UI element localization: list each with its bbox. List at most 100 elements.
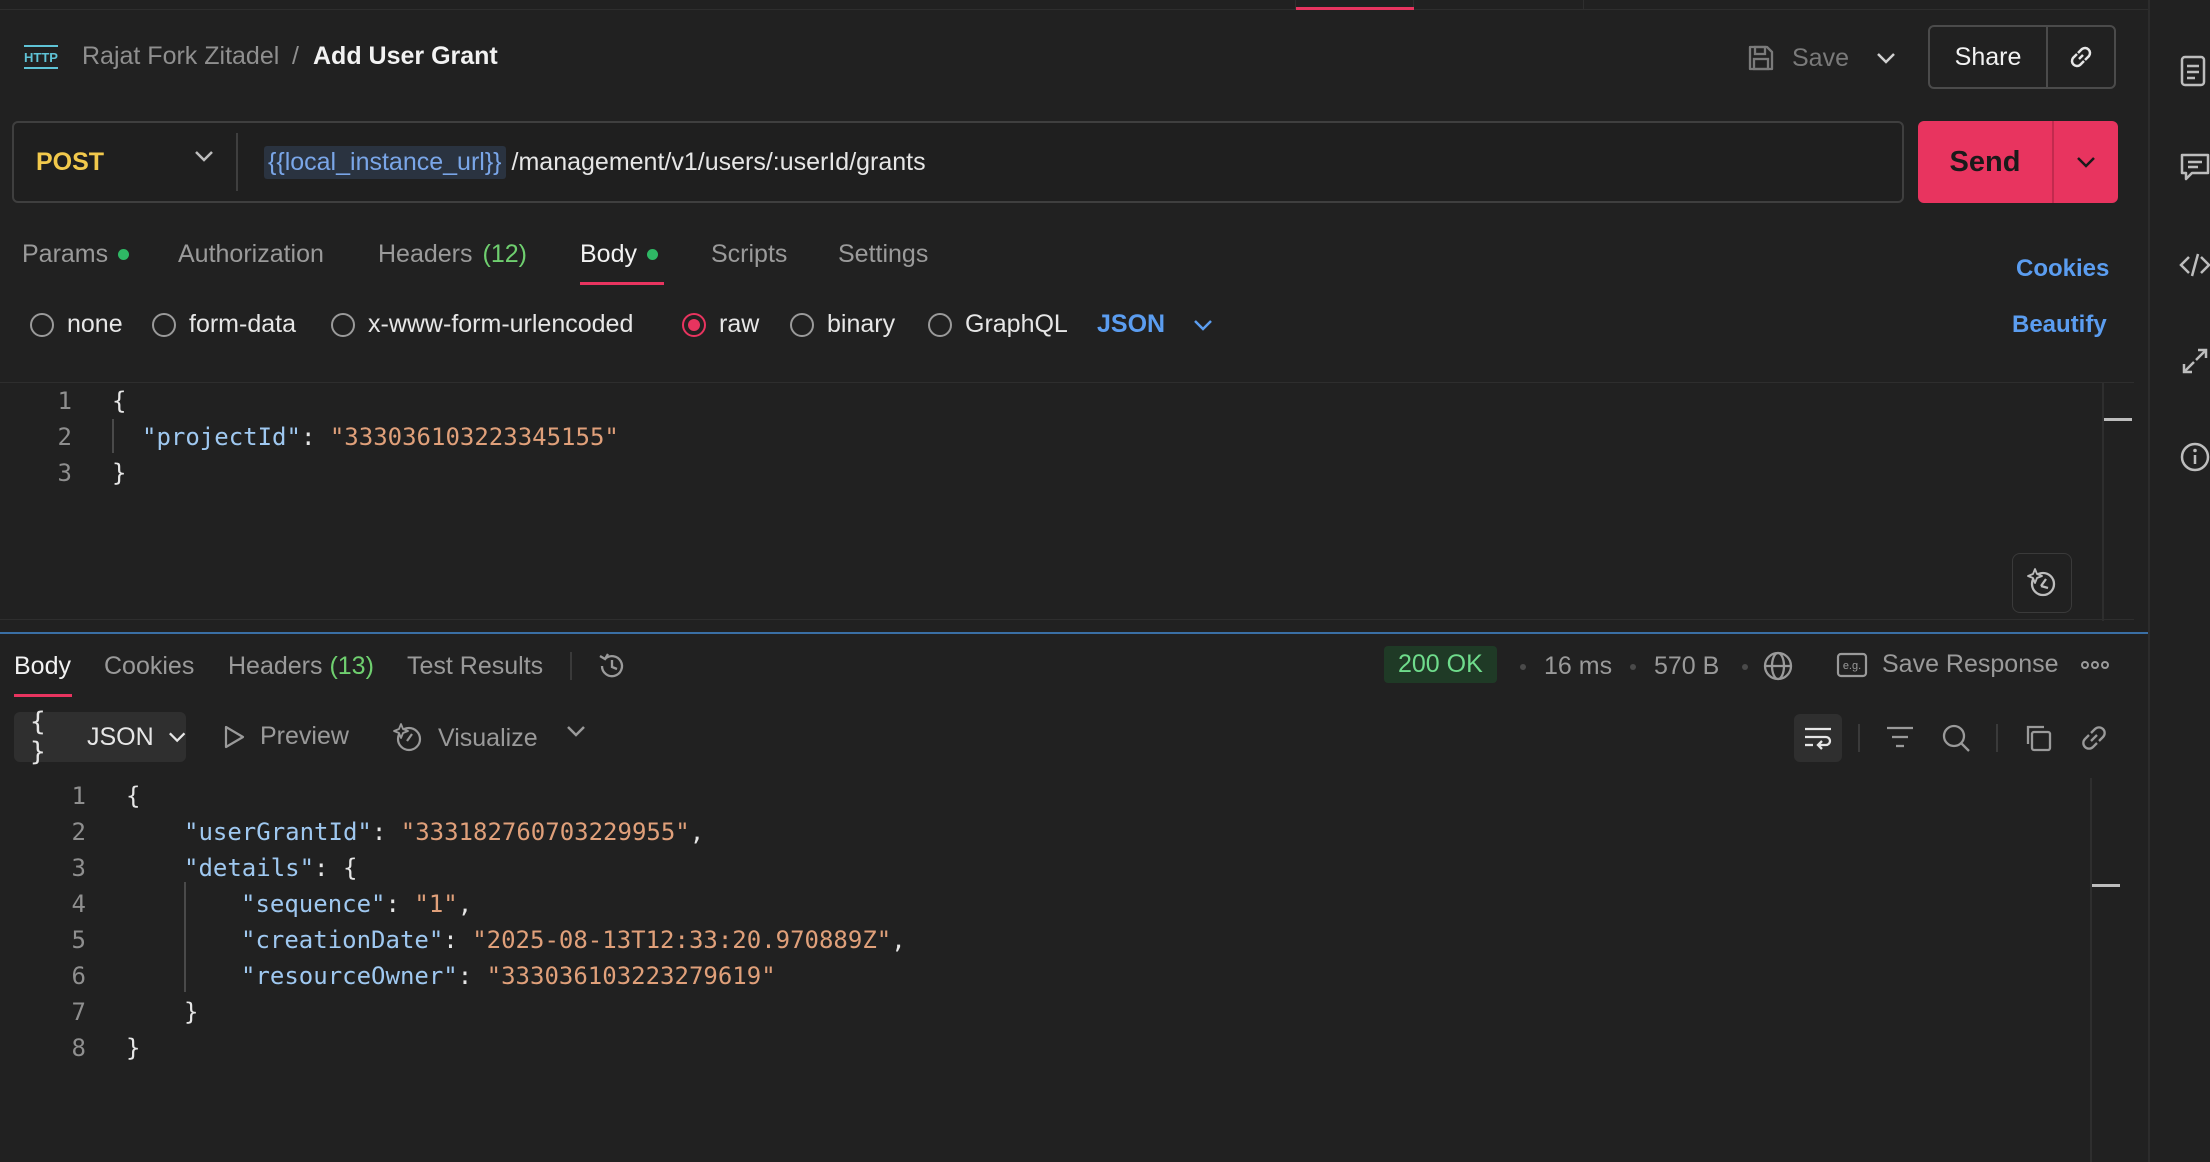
tab-label: Body [580,240,637,268]
response-body-viewer[interactable]: 1 2 3 4 5 6 7 8 { "userGrantId": "333182… [0,778,2134,1162]
tab-label: Scripts [711,240,788,268]
tab-params[interactable]: Params [22,240,130,269]
line-number: 8 [71,1034,86,1062]
headers-count: (13) [329,652,374,680]
line-number: 2 [71,818,86,846]
save-options-button[interactable] [1866,38,1906,78]
radio-button [152,312,176,337]
url-variable[interactable]: {{local_instance_url}} [264,145,506,179]
res-tab-body[interactable]: Body [14,652,71,681]
code-line: } [184,998,199,1026]
save-response-button[interactable]: e.g. Save Response [1836,650,2059,679]
url-bar: POST {{local_instance_url}} /management/… [12,121,1904,203]
visualize-button[interactable]: Visualize [392,722,538,754]
body-format-select[interactable]: JSON [1097,310,1213,339]
chevron-down-icon [195,151,213,162]
minimap-marker [2092,884,2120,887]
share-button[interactable]: Share [1930,27,2048,87]
preview-button[interactable]: Preview [222,722,349,751]
more-options-button[interactable] [2080,652,2110,683]
radio-label: GraphQL [965,310,1068,338]
request-title[interactable]: Add User Grant [313,42,498,71]
radio-label: binary [827,310,896,338]
url-divider [236,133,238,191]
visualize-options-button[interactable] [566,724,586,743]
docs-icon[interactable] [2178,54,2210,88]
code-line: { [112,387,127,415]
scrollbar[interactable] [2090,778,2092,1162]
tab-authorization[interactable]: Authorization [178,240,324,269]
line-number: 1 [57,387,72,415]
response-format-label: JSON [87,722,154,751]
json-key: "resourceOwner" [241,962,458,990]
globe-icon[interactable] [1762,650,1794,687]
tab-body[interactable]: Body [580,240,658,269]
response-divider[interactable] [0,632,2148,634]
beautify-link[interactable]: Beautify [2012,311,2107,339]
send-button[interactable]: Send [1918,121,2054,203]
response-size[interactable]: 570 B [1654,652,1719,681]
wrap-lines-button[interactable] [1794,714,1842,762]
radio-form-data[interactable]: form-data [152,310,296,339]
request-body-editor[interactable]: 1 2 3 { "projectId": "333036103223345155… [0,382,2134,621]
tab-headers[interactable]: Headers (12) [378,240,527,269]
divider [1996,724,1998,752]
info-icon[interactable] [2178,440,2210,474]
share-group: Share [1928,25,2116,89]
res-tab-test-results[interactable]: Test Results [407,652,543,681]
line-number: 3 [71,854,86,882]
url-input[interactable]: {{local_instance_url}} /management/v1/us… [264,143,926,181]
visualize-icon [393,723,422,752]
link-icon[interactable] [2078,722,2110,759]
ai-assist-icon [2027,568,2056,597]
search-icon[interactable] [1940,722,1972,759]
cookies-link[interactable]: Cookies [2016,255,2109,283]
radio-urlencoded[interactable]: x-www-form-urlencoded [331,310,633,339]
radio-raw[interactable]: raw [682,310,759,339]
line-number: 5 [71,926,86,954]
tab-settings[interactable]: Settings [838,240,928,269]
copy-icon[interactable] [2022,722,2054,759]
visualize-label: Visualize [438,723,538,752]
body-indicator-dot [646,249,658,260]
method-select[interactable]: POST [14,123,236,201]
copy-link-button[interactable] [2048,27,2114,87]
code-line: { [126,782,141,810]
radio-none[interactable]: none [30,310,123,339]
radio-graphql[interactable]: GraphQL [928,310,1068,339]
res-tab-headers[interactable]: Headers (13) [228,652,374,681]
tab-label: Headers [228,652,323,680]
line-number: 3 [57,459,72,487]
breadcrumb-collection[interactable]: Rajat Fork Zitadel [82,42,279,71]
history-icon[interactable] [596,650,628,687]
tab-scripts[interactable]: Scripts [711,240,787,269]
json-value: "2025-08-13T12:33:20.970889Z" [472,926,892,954]
indent-guide [184,882,186,992]
code-line: "sequence": "1", [241,890,473,918]
json-value: "333182760703229955" [400,818,690,846]
related-icon[interactable] [2178,344,2210,378]
headers-count: (12) [482,240,527,268]
code-line: } [112,459,127,487]
active-tab-underline [14,694,72,697]
res-tab-cookies[interactable]: Cookies [104,652,194,681]
response-format-select[interactable]: { } JSON [14,707,186,767]
send-options-button[interactable] [2054,121,2118,203]
filter-icon[interactable] [1884,722,1916,757]
save-response-label: Save Response [1882,650,2059,678]
params-indicator-dot [118,249,130,260]
chevron-down-icon [168,732,185,743]
comments-icon[interactable] [2178,150,2210,184]
code-icon[interactable] [2178,248,2210,282]
minimap-marker [2104,418,2132,421]
line-number: 4 [71,890,86,918]
json-value: "333036103223345155" [329,423,619,451]
active-tab-underline [580,282,664,285]
more-icon [2081,661,2109,669]
ai-assist-button[interactable] [2012,553,2072,613]
save-button[interactable]: Save [1746,38,1849,78]
status-badge[interactable]: 200 OK [1384,646,1497,683]
response-time[interactable]: 16 ms [1544,652,1612,681]
radio-label: none [67,310,123,338]
radio-binary[interactable]: binary [790,310,895,339]
